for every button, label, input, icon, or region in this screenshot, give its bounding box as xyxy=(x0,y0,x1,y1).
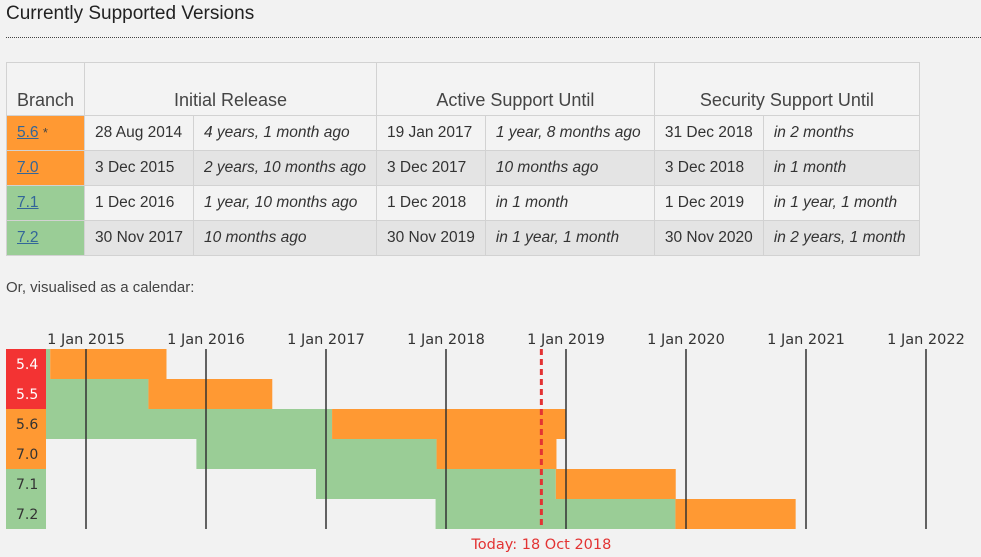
initial-release-date: 30 Nov 2017 xyxy=(84,220,194,256)
security-support-relative: in 1 month xyxy=(762,150,920,186)
branch-row: 5.6 xyxy=(6,409,566,439)
security-support-bar xyxy=(332,409,566,439)
year-label: 1 Jan 2021 xyxy=(767,332,845,348)
active-support-bar xyxy=(46,349,51,379)
active-support-bar xyxy=(196,439,437,469)
active-support-date: 19 Jan 2017 xyxy=(375,115,486,151)
branch-cell: 7.0 xyxy=(5,150,86,186)
table-row: 7.1 1 Dec 2016 1 year, 10 months ago 1 Dec … xyxy=(5,185,920,221)
security-support-bar xyxy=(555,469,676,499)
page-title: Currently Supported Versions xyxy=(6,3,255,24)
active-support-relative: in 1 month xyxy=(484,185,655,221)
branch-cell: 7.1 xyxy=(5,185,86,221)
active-support-relative: in 1 year, 1 month xyxy=(484,220,655,256)
branch-cell: 5.6 * xyxy=(5,115,86,151)
table-row: 7.2 30 Nov 2017 10 months ago 30 Nov 2019 in… xyxy=(5,220,920,256)
active-support-relative: 10 months ago xyxy=(484,150,655,186)
branch-link[interactable]: 5.6 xyxy=(17,124,39,141)
header-initial-release: Initial Release xyxy=(84,62,377,116)
active-support-bar xyxy=(46,379,149,409)
security-support-bar xyxy=(675,499,796,529)
year-label: 1 Jan 2016 xyxy=(167,332,245,348)
branch-row: 7.0 xyxy=(6,439,557,469)
branch-row: 5.5 xyxy=(6,379,273,409)
year-label: 1 Jan 2017 xyxy=(287,332,365,348)
active-support-date: 1 Dec 2018 xyxy=(375,185,486,221)
title-divider xyxy=(6,37,981,38)
initial-release-relative: 1 year, 10 months ago xyxy=(192,185,377,221)
security-support-bar xyxy=(436,439,557,469)
branch-label: 7.1 xyxy=(16,477,38,493)
versions-table: Branch Initial Release Active Support Un… xyxy=(5,62,920,256)
year-label: 1 Jan 2018 xyxy=(407,332,485,348)
branch-row: 7.1 xyxy=(6,469,676,499)
security-support-relative: in 1 year, 1 month xyxy=(762,185,920,221)
security-support-bar xyxy=(50,349,167,379)
table-row: 7.0 3 Dec 2015 2 years, 10 months ago 3 Dec… xyxy=(5,150,920,186)
active-support-bar xyxy=(315,469,556,499)
footnote-marker: * xyxy=(42,125,48,140)
security-support-date: 3 Dec 2018 xyxy=(653,150,764,186)
table-header-row: Branch Initial Release Active Support Un… xyxy=(5,62,920,116)
active-support-bar xyxy=(435,499,676,529)
branch-link[interactable]: 7.1 xyxy=(17,194,39,211)
security-support-relative: in 2 years, 1 month xyxy=(762,220,920,256)
header-branch: Branch xyxy=(5,62,86,116)
table-row: 5.6 * 28 Aug 2014 4 years, 1 month ago 19 J… xyxy=(5,115,920,151)
support-calendar: 5.4 5.5 5.6 7.0 7.1 7.2 1 Jan 2015 1 Jan 2016 1 … xyxy=(6,332,965,553)
branch-link[interactable]: 7.2 xyxy=(17,229,39,246)
security-support-date: 1 Dec 2019 xyxy=(653,185,764,221)
active-support-relative: 1 year, 8 months ago xyxy=(484,115,655,151)
year-label: 1 Jan 2022 xyxy=(887,332,965,348)
year-label: 1 Jan 2020 xyxy=(647,332,725,348)
initial-release-relative: 4 years, 1 month ago xyxy=(192,115,377,151)
branch-label: 7.2 xyxy=(16,507,38,523)
initial-release-date: 28 Aug 2014 xyxy=(84,115,194,151)
security-support-date: 31 Dec 2018 xyxy=(653,115,764,151)
initial-release-relative: 2 years, 10 months ago xyxy=(192,150,377,186)
branch-label: 5.5 xyxy=(16,387,38,403)
branch-row: 7.2 xyxy=(6,499,796,529)
security-support-relative: in 2 months xyxy=(762,115,920,151)
initial-release-date: 1 Dec 2016 xyxy=(84,185,194,221)
branch-label: 5.4 xyxy=(16,357,38,373)
header-security-support: Security Support Until xyxy=(653,62,920,116)
active-support-date: 3 Dec 2017 xyxy=(375,150,486,186)
branch-cell: 7.2 xyxy=(5,220,86,256)
today-label: Today: 18 Oct 2018 xyxy=(470,537,611,553)
branch-link[interactable]: 7.0 xyxy=(17,159,39,176)
active-support-date: 30 Nov 2019 xyxy=(375,220,486,256)
security-support-bar xyxy=(148,379,273,409)
header-active-support: Active Support Until xyxy=(375,62,655,116)
initial-release-date: 3 Dec 2015 xyxy=(84,150,194,186)
year-label: 1 Jan 2019 xyxy=(527,332,605,348)
active-support-bar xyxy=(46,409,333,439)
branch-label: 5.6 xyxy=(16,417,38,433)
branch-label: 7.0 xyxy=(16,447,38,463)
year-label: 1 Jan 2015 xyxy=(47,332,125,348)
initial-release-relative: 10 months ago xyxy=(192,220,377,256)
security-support-date: 30 Nov 2020 xyxy=(653,220,764,256)
calendar-caption: Or, visualised as a calendar: xyxy=(6,279,195,296)
